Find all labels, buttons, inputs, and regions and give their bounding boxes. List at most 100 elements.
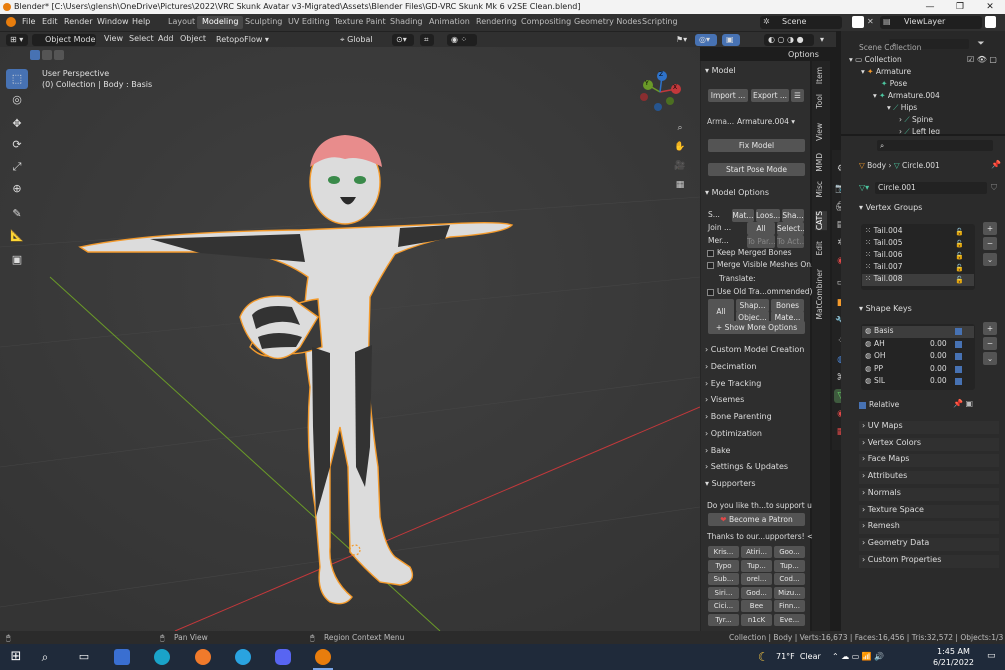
shading-modes[interactable]: ◐ ○ ◑ ● — [764, 34, 814, 46]
vertex-group-item[interactable]: ⁙ Tail.006 — [865, 250, 902, 262]
xray-toggle[interactable]: ▣ — [722, 34, 740, 46]
supporters-header[interactable]: ▾ Supporters — [705, 479, 756, 492]
shading-options[interactable]: ▾ — [816, 34, 830, 46]
model-options-header[interactable]: ▾ Model Options — [705, 188, 769, 201]
use-old-translate-checkbox[interactable]: Use Old Tra...ommended) — [707, 287, 812, 299]
add-vertex-group-button[interactable]: + — [983, 222, 997, 235]
pin-icon[interactable]: 📌 — [991, 160, 1001, 169]
tab-view[interactable]: View — [815, 123, 827, 141]
merge-to-parent-button[interactable]: To Par... — [747, 235, 775, 248]
mode-selector[interactable]: Object Mode — [32, 34, 96, 46]
outliner-item-armature-004[interactable]: ▾ ✦ Armature.004 — [873, 91, 940, 103]
shape-key-edit-icons[interactable]: 📌 ▣ — [953, 399, 973, 408]
vertex-group-specials-button[interactable]: ⌄ — [983, 253, 997, 266]
supporter-button[interactable]: Cici... — [708, 600, 739, 612]
notifications-icon[interactable]: ▭ — [987, 651, 996, 661]
supporter-button[interactable]: Tyr... — [708, 613, 739, 626]
new-scene-icon[interactable] — [852, 16, 864, 28]
supporter-button[interactable]: Tup... — [774, 559, 805, 572]
supporter-button[interactable]: Kris... — [708, 546, 739, 558]
snap-toggle[interactable]: ⌗ — [420, 34, 434, 46]
properties-section-header[interactable]: › UV Maps — [859, 421, 999, 434]
supporter-button[interactable]: Siri... — [708, 586, 739, 599]
maximize-button[interactable]: ❐ — [945, 0, 975, 14]
properties-section-header[interactable]: › Remesh — [859, 521, 999, 535]
cursor-tool-icon[interactable]: ◎ — [6, 90, 28, 110]
tab-rendering[interactable]: Rendering — [471, 16, 522, 29]
tab-shading[interactable]: Shading — [385, 16, 428, 29]
editor-type-selector[interactable]: ⊞ ▾ — [6, 34, 28, 46]
shape-key-value[interactable]: 0.00 — [930, 351, 947, 360]
properties-search[interactable]: ⌕ — [877, 140, 993, 151]
supporter-button[interactable]: Tup... — [741, 559, 772, 572]
tab-layout[interactable]: Layout — [163, 16, 200, 29]
face-select-icon[interactable] — [54, 50, 64, 60]
merge-to-active-button[interactable]: To Act... — [777, 235, 804, 248]
outliner-item-pose[interactable]: ✦ Pose — [881, 79, 907, 91]
shape-key-mute-check[interactable] — [955, 340, 962, 348]
outliner-item-spine[interactable]: › ⟋ Spine — [899, 115, 933, 127]
export-button[interactable]: Export ... — [751, 89, 789, 102]
shape-key-mute-check[interactable] — [955, 378, 962, 385]
tab-uv-editing[interactable]: UV Editing — [283, 16, 335, 29]
menu-help[interactable]: Help — [132, 17, 150, 26]
camera-view-icon[interactable]: 🎥 — [673, 159, 687, 173]
tab-tool[interactable]: Tool — [815, 94, 827, 109]
properties-section-header[interactable]: › Face Maps — [859, 454, 999, 468]
supporter-button[interactable]: Sub... — [708, 573, 739, 585]
system-tray-icons[interactable]: ⌃ ☁ ▭ 📶 🔊 — [832, 652, 884, 661]
scene-selector[interactable]: ✲ Scene — [760, 16, 842, 29]
join-all-button[interactable]: All — [747, 222, 775, 235]
vertex-group-item[interactable]: ⁙ Tail.005 — [865, 238, 902, 250]
blender-taskbar-icon[interactable] — [315, 649, 331, 665]
edge-browser-icon[interactable] — [154, 649, 170, 665]
scale-tool-icon[interactable]: ⤢ — [6, 157, 28, 177]
tab-texture-paint[interactable]: Texture Paint — [329, 16, 391, 29]
weather-text[interactable]: 71°F Clear — [776, 652, 821, 661]
outliner-item-hips[interactable]: ▾ ⟋ Hips — [887, 103, 917, 115]
supporter-button[interactable]: n1cK — [741, 613, 772, 626]
measure-tool-icon[interactable]: 📐 — [6, 226, 28, 246]
outliner-filter-icon[interactable]: ⏷ — [974, 37, 988, 51]
tab-cats[interactable]: CATS — [815, 211, 827, 231]
tab-edit[interactable]: Edit — [815, 241, 827, 256]
shape-keys-header[interactable]: ▾ Shape Keys — [859, 304, 912, 317]
supporter-button[interactable]: Mizu... — [774, 586, 805, 599]
properties-section-header[interactable]: › Custom Properties — [859, 554, 999, 568]
armature-selector[interactable]: Armature.004 ▾ — [734, 116, 806, 128]
transform-tool-icon[interactable]: ⊕ — [6, 179, 28, 199]
shape-key-value[interactable]: 0.00 — [930, 376, 947, 385]
select-box-tool-icon[interactable]: ⬚ — [6, 69, 28, 89]
visemes-header[interactable]: › Visemes — [705, 395, 744, 408]
tab-mmd[interactable]: MMD — [815, 153, 827, 172]
properties-section-header[interactable]: › Normals — [859, 487, 999, 501]
tab-scripting[interactable]: Scripting — [637, 16, 683, 29]
properties-section-header[interactable]: › Vertex Colors — [859, 437, 999, 451]
shape-key-value[interactable]: 0.00 — [930, 339, 947, 348]
annotate-tool-icon[interactable]: ✎ — [6, 204, 28, 224]
shape-key-mute-check[interactable] — [955, 328, 962, 335]
menu-select[interactable]: Select — [129, 34, 154, 43]
menu-add[interactable]: Add — [158, 34, 174, 43]
supporter-button[interactable]: Cod... — [774, 573, 805, 585]
tab-animation[interactable]: Animation — [424, 16, 475, 29]
import-button[interactable]: Import ... — [708, 89, 748, 102]
new-view-layer-icon[interactable] — [985, 16, 996, 28]
model-menu-button[interactable]: ☰ — [791, 89, 804, 102]
vertex-select-icon[interactable] — [30, 50, 40, 60]
gizmo-toggle[interactable]: ⚑▾ — [672, 34, 692, 46]
sep-shapes-button[interactable]: Sha... — [782, 209, 804, 222]
discord-icon[interactable] — [275, 649, 291, 665]
options-button[interactable]: Options — [788, 50, 819, 59]
eye-tracking-header[interactable]: › Eye Tracking — [705, 379, 761, 392]
outliner-visibility-icons[interactable]: ☑ 👁 ▢ — [967, 55, 997, 64]
join-selected-button[interactable]: Select... — [777, 222, 804, 235]
vertex-group-item[interactable]: ⁙ Tail.007 — [865, 262, 902, 274]
supporter-button[interactable]: Bee — [741, 600, 772, 612]
retopoflow-menu[interactable]: RetopoFlow ▾ — [212, 34, 269, 46]
zoom-icon[interactable]: ⌕ — [673, 121, 687, 135]
show-more-options-button[interactable]: + Show More Options — [708, 321, 805, 334]
start-pose-mode-button[interactable]: Start Pose Mode — [708, 163, 805, 176]
remove-vertex-group-button[interactable]: − — [983, 237, 997, 250]
view-layer-selector[interactable]: ▤ ViewLayer — [880, 16, 982, 29]
